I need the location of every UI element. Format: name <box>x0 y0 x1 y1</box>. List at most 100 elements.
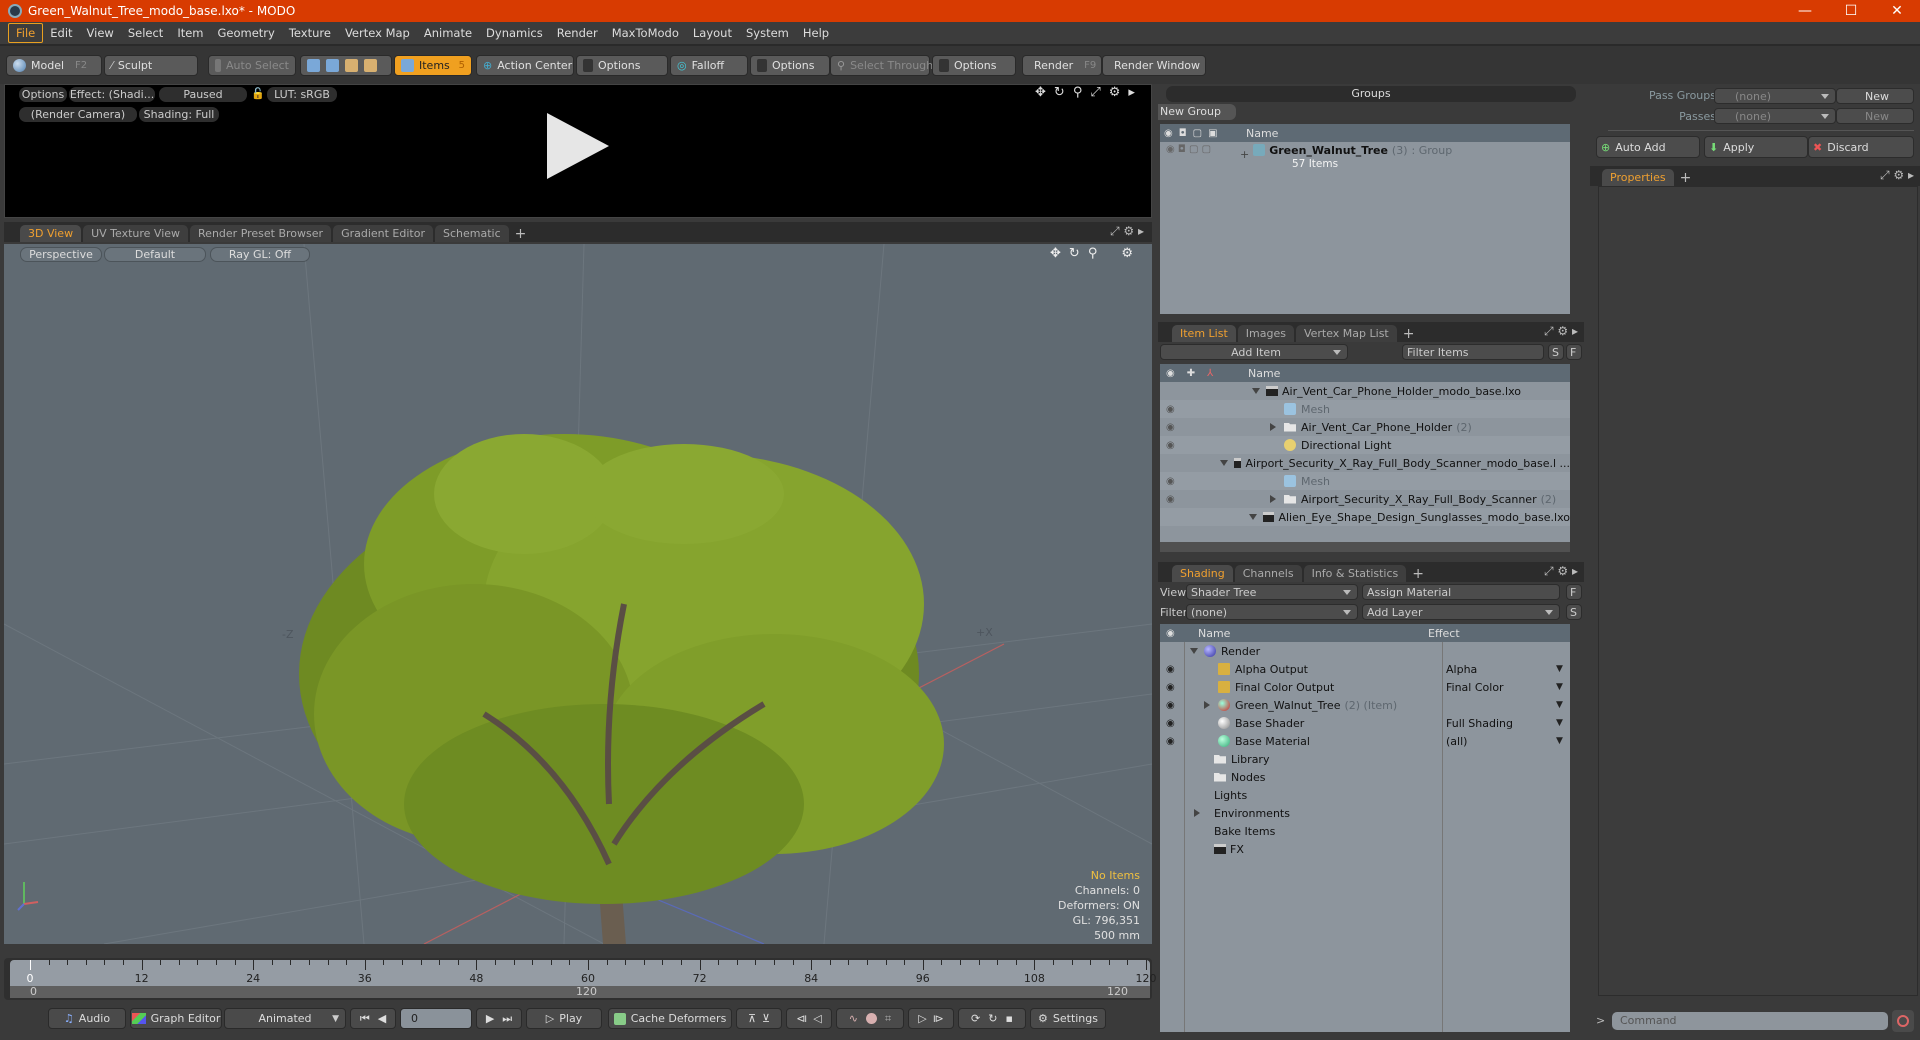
menu-file[interactable]: File <box>8 23 44 43</box>
3d-viewport[interactable]: -Z +X Perspective Default Ray GL: Off ✥ … <box>4 244 1152 944</box>
timeline-range-bar[interactable]: 0 120 120 <box>10 985 1150 998</box>
visibility-eye-icon[interactable]: ◉ <box>1160 422 1240 433</box>
command-history-button[interactable] <box>1892 1010 1914 1032</box>
expand-arrow-icon[interactable] <box>1270 423 1276 431</box>
lock-icon[interactable]: 🔓 <box>251 87 265 101</box>
effect-dropdown[interactable]: Alpha <box>1446 663 1477 676</box>
visibility-eye-icon[interactable]: ◉ <box>1160 682 1186 693</box>
raygl-toggle[interactable]: Ray GL: Off <box>210 247 310 262</box>
animated-dropdown[interactable]: Animated ▼ <box>224 1008 346 1029</box>
menu-edit[interactable]: Edit <box>43 24 79 42</box>
visibility-eye-icon[interactable]: ◉ <box>1160 494 1240 505</box>
select-icon[interactable]: ▣ <box>1208 128 1217 139</box>
next-key-icon[interactable]: ⊻ <box>762 1012 770 1025</box>
prev-key-icon[interactable]: ⊼ <box>748 1012 756 1025</box>
menu-dynamics[interactable]: Dynamics <box>479 24 550 42</box>
eye-icon[interactable]: ◉ <box>1160 628 1184 639</box>
maximize-icon[interactable]: ⤢ <box>1090 85 1100 100</box>
filter-items-input[interactable]: Filter Items <box>1402 344 1544 360</box>
view-dropdown[interactable]: Shader Tree <box>1186 584 1358 600</box>
falloff-options-button[interactable]: Options <box>750 55 830 76</box>
tab-properties[interactable]: Properties <box>1602 169 1674 186</box>
properties-panel-controls[interactable]: ⤢ ⚙ ▸ <box>1880 168 1914 183</box>
previous-key-icon[interactable]: ◁ <box>813 1012 821 1025</box>
effect-dropdown[interactable]: (all) <box>1446 735 1467 748</box>
shading-f-button[interactable]: F <box>1566 584 1582 600</box>
visibility-eye-icon[interactable]: ◉ <box>1160 664 1186 675</box>
menu-item[interactable]: Item <box>170 24 210 42</box>
menu-help[interactable]: Help <box>796 24 836 42</box>
loop-icon[interactable]: ⟳ <box>971 1012 980 1025</box>
curve-key-icon[interactable]: ∿ <box>849 1012 858 1025</box>
apply-button[interactable]: ⬇ Apply <box>1704 136 1808 158</box>
item-list-row[interactable]: ◉ Mesh <box>1160 400 1570 418</box>
tab-gradient-editor[interactable]: Gradient Editor <box>333 225 433 242</box>
play-button[interactable]: ▷ Play <box>526 1008 602 1029</box>
menu-geometry[interactable]: Geometry <box>211 24 282 42</box>
chevron-down-icon[interactable]: ▼ <box>1556 718 1563 728</box>
audio-button[interactable]: ♫ Audio <box>48 1008 126 1029</box>
group-row-toggles[interactable]: ◉ ◘ ▢ ▢ <box>1160 144 1240 155</box>
effect-dropdown[interactable]: Final Color <box>1446 681 1504 694</box>
tab-info-statistics[interactable]: Info & Statistics <box>1303 565 1407 582</box>
item-list-row[interactable]: ◉ Airport_Security_X_Ray_Full_Body_Scanne… <box>1160 490 1570 508</box>
minimize-button[interactable]: — <box>1782 0 1828 22</box>
gear-icon[interactable]: ⚙ <box>1121 246 1133 261</box>
chevron-down-icon[interactable]: ▼ <box>1556 682 1563 692</box>
auto-key-icon[interactable]: ⌗ <box>885 1012 891 1026</box>
shading-dropdown[interactable]: Shading: Full <box>139 107 219 122</box>
item-list-row[interactable]: ◉ Mesh <box>1160 472 1570 490</box>
expand-arrow-icon[interactable]: ▸ <box>1128 85 1135 100</box>
model-mode-button[interactable]: Model F2 <box>6 55 102 76</box>
visibility-eye-icon[interactable]: ◉ <box>1160 718 1186 729</box>
item-list-row[interactable]: Air_Vent_Car_Phone_Holder_modo_base.lxo <box>1160 382 1570 400</box>
menu-texture[interactable]: Texture <box>282 24 338 42</box>
eye-icon[interactable]: ◉ <box>1164 128 1173 139</box>
last-key-icon[interactable]: ⧐ <box>933 1012 944 1025</box>
expand-arrow-icon[interactable] <box>1270 495 1276 503</box>
graph-editor-button[interactable]: Graph Editor <box>130 1008 222 1029</box>
edges-mode-icon[interactable] <box>326 59 339 72</box>
shading-panel-controls[interactable]: ⤢ ⚙ ▸ <box>1544 564 1578 579</box>
visibility-eye-icon[interactable]: ◉ <box>1160 404 1240 415</box>
filter-s-button[interactable]: S <box>1548 344 1564 360</box>
perspective-dropdown[interactable]: Perspective <box>20 247 102 262</box>
first-key-icon[interactable]: ⧏ <box>796 1012 807 1025</box>
menu-render[interactable]: Render <box>550 24 605 42</box>
frame-input[interactable]: 0 <box>400 1008 472 1029</box>
chevron-down-icon[interactable]: ▼ <box>1556 664 1563 674</box>
new-pass-group-button[interactable]: New <box>1836 88 1914 104</box>
menu-vertex-map[interactable]: Vertex Map <box>338 24 417 42</box>
chevron-down-icon[interactable]: ▼ <box>1556 736 1563 746</box>
tab-item-list[interactable]: Item List <box>1172 325 1236 342</box>
next-key-icon[interactable]: ▷ <box>918 1012 926 1025</box>
render-window-button[interactable]: Render Window <box>1102 55 1206 76</box>
item-list-hscrollbar[interactable] <box>1160 542 1570 552</box>
select-through-options-button[interactable]: Options <box>932 55 1016 76</box>
discard-button[interactable]: ✖ Discard <box>1808 136 1914 158</box>
pass-groups-dropdown[interactable]: (none) <box>1714 88 1836 104</box>
menu-system[interactable]: System <box>739 24 796 42</box>
repeat-icon[interactable]: ↻ <box>988 1012 997 1025</box>
step-back-icon[interactable]: ◀ <box>378 1012 386 1025</box>
add-tab-button[interactable]: + <box>1399 325 1419 342</box>
auto-add-button[interactable]: ⊕ Auto Add <box>1596 136 1700 158</box>
render-camera-dropdown[interactable]: (Render Camera) <box>19 107 137 122</box>
step-forward-icon[interactable]: ▶ <box>486 1012 494 1025</box>
add-tab-button[interactable]: + <box>1676 169 1696 186</box>
shader-tree-row[interactable]: Environments <box>1160 804 1570 822</box>
tab-uv-texture-view[interactable]: UV Texture View <box>83 225 189 242</box>
chevron-down-icon[interactable]: ▼ <box>1556 700 1563 710</box>
filter-dropdown[interactable]: (none) <box>1186 604 1358 620</box>
action-center-options-button[interactable]: Options <box>576 55 668 76</box>
go-to-end-icon[interactable]: ⏭ <box>502 1012 512 1026</box>
visibility-eye-icon[interactable]: ◉ <box>1160 700 1186 711</box>
shader-tree-row[interactable]: Bake Items <box>1160 822 1570 840</box>
add-tab-button[interactable]: + <box>1408 565 1428 582</box>
paused-toggle[interactable]: Paused <box>159 87 247 102</box>
group-row[interactable]: ◉ ◘ ▢ ▢ + Green_Walnut_Tree (3) : Group … <box>1160 144 1570 176</box>
tab-schematic[interactable]: Schematic <box>435 225 509 242</box>
viewport-panel-controls[interactable]: ⤢ ⚙ ▸ <box>1110 224 1144 239</box>
play-preview-icon[interactable] <box>547 113 609 179</box>
menu-animate[interactable]: Animate <box>417 24 479 42</box>
